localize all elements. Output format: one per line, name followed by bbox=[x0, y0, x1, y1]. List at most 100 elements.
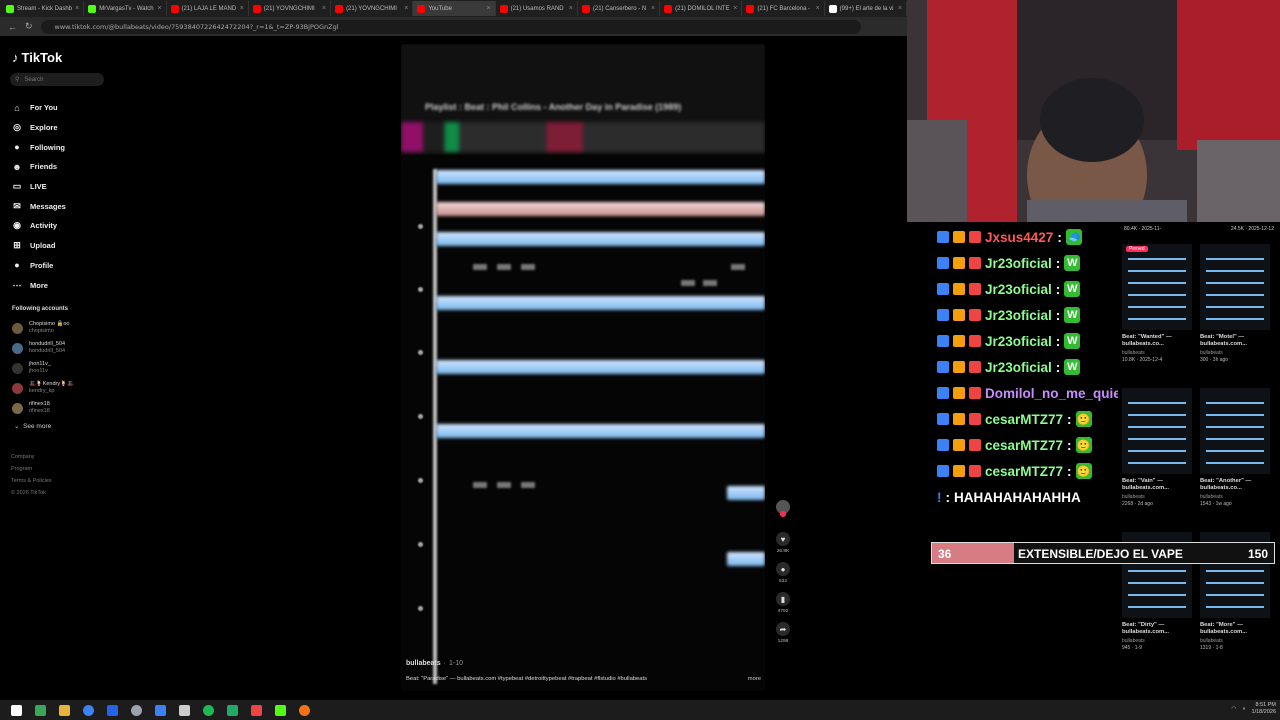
chrome-taskbar-button[interactable] bbox=[76, 700, 100, 720]
chat-username[interactable]: cesarMTZ77 bbox=[985, 412, 1063, 427]
close-icon[interactable]: × bbox=[404, 5, 408, 12]
video-player[interactable]: Playlist : Beat : Phil Collins - Another… bbox=[401, 44, 765, 691]
video-block bbox=[497, 482, 511, 488]
browser-tab[interactable]: (21) YOVNGCHIMI × bbox=[249, 1, 332, 16]
kick-taskbar-button[interactable] bbox=[268, 700, 292, 720]
nav-item-live[interactable]: ▭ LIVE bbox=[12, 177, 132, 197]
spotify-taskbar-button[interactable] bbox=[196, 700, 220, 720]
bookmark-action[interactable]: ▮ 4792 bbox=[772, 592, 794, 614]
app-taskbar-button[interactable] bbox=[100, 700, 124, 720]
video-card[interactable]: Beat: "Motel" — bullabeats.com... bullabe… bbox=[1200, 244, 1270, 363]
video-block bbox=[473, 264, 487, 270]
footer-link[interactable]: Terms & Policies bbox=[11, 475, 52, 487]
video-card[interactable]: Beat: "Vain" — bullabeats.com... bullabea… bbox=[1122, 388, 1192, 507]
close-icon[interactable]: × bbox=[651, 5, 655, 12]
nav-item-following[interactable]: ● Following bbox=[12, 137, 132, 157]
following-account[interactable]: jhon11v_ jhon11v bbox=[12, 358, 122, 378]
more-button[interactable]: more bbox=[748, 676, 761, 682]
chat-username[interactable]: Jxsus4427 bbox=[985, 230, 1053, 245]
video-author[interactable]: bullabeats · 1-10 bbox=[406, 660, 761, 667]
share-action[interactable]: ➦ 1298 bbox=[772, 622, 794, 644]
terminal-taskbar-button[interactable] bbox=[28, 700, 52, 720]
nav-item-for-you[interactable]: ⌂ For You bbox=[12, 98, 132, 118]
nav-item-more[interactable]: ⋯ More bbox=[12, 275, 132, 295]
close-icon[interactable]: × bbox=[569, 5, 573, 12]
wifi-icon[interactable]: ◠ bbox=[1231, 706, 1236, 712]
heart-icon[interactable]: ♥ bbox=[776, 532, 790, 546]
close-icon[interactable]: × bbox=[240, 5, 244, 12]
nav-item-explore[interactable]: ◎ Explore bbox=[12, 118, 132, 138]
nav-item-messages[interactable]: ✉ Messages bbox=[12, 196, 132, 216]
chat-username[interactable]: Jr23oficial bbox=[985, 282, 1052, 297]
close-icon[interactable]: × bbox=[75, 5, 79, 12]
browser-tab[interactable]: YouTube × bbox=[413, 1, 496, 16]
steam-taskbar-button[interactable] bbox=[148, 700, 172, 720]
pen-taskbar-button[interactable] bbox=[172, 700, 196, 720]
browser-tab[interactable]: (99+) El arte de la vi × bbox=[825, 1, 907, 16]
video-thumbnail[interactable] bbox=[1122, 388, 1192, 474]
video-author-name[interactable]: bullabeats bbox=[406, 660, 441, 667]
browser-tab[interactable]: (21) LAJA LE MAND × bbox=[167, 1, 249, 16]
footer-link[interactable]: Program bbox=[11, 463, 52, 475]
chat-username[interactable]: Jr23oficial bbox=[985, 334, 1052, 349]
obs-taskbar-button[interactable] bbox=[124, 700, 148, 720]
folder-taskbar-button[interactable] bbox=[52, 700, 76, 720]
nav-item-profile[interactable]: ● Profile bbox=[12, 256, 132, 276]
following-account-name: rifinex18 rifinex18 bbox=[29, 401, 50, 415]
see-more-button[interactable]: ⌄ See more bbox=[14, 422, 51, 430]
browser-tab[interactable]: (21) FC Barcelona - × bbox=[742, 1, 825, 16]
chat-username[interactable]: Jr23oficial bbox=[985, 256, 1052, 271]
browser-tab[interactable]: (21) Canserbero - N × bbox=[578, 1, 661, 16]
creator-avatar[interactable] bbox=[776, 500, 790, 517]
chat-badge-icon bbox=[969, 283, 981, 295]
video-thumbnail[interactable]: Pinned bbox=[1122, 244, 1192, 330]
search-input[interactable]: ⚲ Search bbox=[10, 73, 104, 86]
video-thumbnail[interactable] bbox=[1200, 388, 1270, 474]
bookmark-icon[interactable]: ▮ bbox=[776, 592, 790, 606]
following-account[interactable]: rifinex18 rifinex18 bbox=[12, 398, 122, 418]
close-icon[interactable]: × bbox=[487, 5, 491, 12]
close-icon[interactable]: × bbox=[898, 5, 902, 12]
close-icon[interactable]: × bbox=[157, 5, 161, 12]
close-icon[interactable]: × bbox=[322, 5, 326, 12]
clock[interactable]: 8:51 PM 1/18/2026 bbox=[1252, 702, 1276, 716]
video-card-author: bullabeats bbox=[1122, 494, 1145, 500]
close-icon[interactable]: × bbox=[816, 5, 820, 12]
windows-taskbar-button[interactable] bbox=[4, 700, 28, 720]
monitor-taskbar-button[interactable] bbox=[220, 700, 244, 720]
browser-tab[interactable]: MrVargasTv - Watch × bbox=[84, 1, 167, 16]
following-account[interactable]: 🎩🍹Kendry🍹🎩 kendry_kp bbox=[12, 378, 122, 398]
browser-tab[interactable]: Stream - Kick Dashb × bbox=[2, 1, 85, 16]
browser-tab[interactable]: (21) YOVNGCHIMI × bbox=[331, 1, 414, 16]
volume-icon[interactable]: ◖ bbox=[1242, 706, 1245, 712]
url-input[interactable]: www.tiktok.com/@bullabeats/video/7593840… bbox=[40, 19, 861, 34]
back-icon[interactable]: ← bbox=[8, 22, 17, 32]
comment-action[interactable]: ● 532 bbox=[772, 562, 794, 584]
chat-username[interactable]: cesarMTZ77 bbox=[985, 464, 1063, 479]
tiktok-logo[interactable]: ♪ TikTok bbox=[12, 50, 62, 65]
browser-tab[interactable]: (21) Usamos RAND × bbox=[496, 1, 578, 16]
browser-tab[interactable]: (21) DOMILOL INTE × bbox=[660, 1, 743, 16]
nav-item-activity[interactable]: ◉ Activity bbox=[12, 216, 132, 236]
app3-taskbar-button[interactable] bbox=[292, 700, 316, 720]
video-card-meta: 10.8K · 2025-12-4 bbox=[1122, 357, 1163, 363]
video-card[interactable]: Pinned Beat: "Wanted" — bullabeats.co... b… bbox=[1122, 244, 1192, 363]
heart-action[interactable]: ♥ 26.8K bbox=[772, 532, 794, 554]
footer-link[interactable]: Company bbox=[11, 451, 52, 463]
video-thumbnail[interactable] bbox=[1200, 244, 1270, 330]
account-handle: chopisimo bbox=[29, 328, 54, 334]
chat-username[interactable]: Jr23oficial bbox=[985, 308, 1052, 323]
search-placeholder: Search bbox=[24, 76, 44, 83]
share-icon[interactable]: ➦ bbox=[776, 622, 790, 636]
nav-item-upload[interactable]: ⊞ Upload bbox=[12, 236, 132, 256]
chat-username[interactable]: cesarMTZ77 bbox=[985, 438, 1063, 453]
reload-icon[interactable]: ↻ bbox=[25, 21, 33, 32]
close-icon[interactable]: × bbox=[733, 5, 737, 12]
chat-username[interactable]: Jr23oficial bbox=[985, 360, 1052, 375]
following-account[interactable]: hondudrill_504 hondudrill_504 bbox=[12, 338, 122, 358]
video-card[interactable]: Beat: "Another" — bullabeats.co... bullab… bbox=[1200, 388, 1270, 507]
nav-item-friends[interactable]: ☻ Friends bbox=[12, 157, 132, 177]
following-account[interactable]: Chopisimo 🔒oo chopisimo bbox=[12, 318, 122, 338]
app2-taskbar-button[interactable] bbox=[244, 700, 268, 720]
comment-icon[interactable]: ● bbox=[776, 562, 790, 576]
